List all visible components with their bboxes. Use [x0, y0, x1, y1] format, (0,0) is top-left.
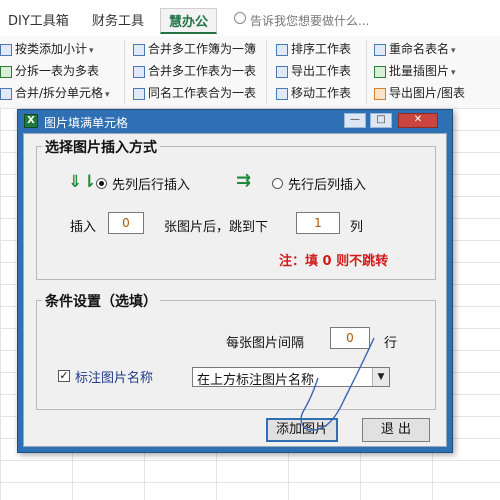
radio-row-first[interactable] — [272, 178, 283, 189]
down-arrows-icon: ⇓⇂ — [68, 172, 97, 192]
image-fill-dialog: X 图片填满单元格 — □ ✕ 选择图片插入方式 ⇓⇂ 先列后行插入 ⇉ 先行后… — [17, 109, 453, 453]
insert-count-input[interactable]: 0 — [108, 212, 144, 234]
rename-icon — [374, 43, 386, 56]
ribbon-btn-batch-insert-images[interactable]: 批量插图片 ▾ — [374, 62, 456, 80]
ribbon-tab-bar: DIY工具箱 财务工具 慧办公 告诉我您想要做什么... — [0, 0, 500, 37]
maximize-button[interactable]: □ — [370, 113, 392, 128]
label-name-checkbox[interactable]: ✓ — [58, 370, 70, 382]
close-button[interactable]: ✕ — [398, 113, 438, 128]
sort-icon — [276, 43, 288, 56]
dropdown-caret-icon: ▾ — [89, 46, 94, 56]
ribbon-btn-merge-cells[interactable]: 合并/拆分单元格 ▾ — [0, 84, 110, 102]
jump-column-input[interactable]: 1 — [296, 212, 340, 234]
ribbon-btn-merge-same-name[interactable]: 同名工作表合为一表 — [133, 84, 256, 102]
same-name-sheets-icon — [133, 87, 145, 100]
annotation-stroke — [300, 337, 375, 431]
dialog-title: 图片填满单元格 — [44, 116, 129, 130]
dropdown-caret-icon: ▾ — [451, 68, 456, 78]
ribbon-btn-move-sheet[interactable]: 移动工作表 — [276, 84, 351, 102]
ribbon-btn-merge-workbooks[interactable]: 合并多工作簿为一簿 — [133, 40, 256, 58]
dropdown-caret-icon: ▾ — [105, 90, 110, 100]
merge-cells-icon — [0, 87, 12, 100]
label-name-checkbox-label[interactable]: 标注图片名称 — [75, 367, 153, 386]
tab-finance-tools[interactable]: 财务工具 — [92, 10, 144, 29]
dropdown-caret-icon: ▾ — [451, 46, 456, 56]
ribbon-btn-rename-sheet[interactable]: 重命名表名 ▾ — [374, 40, 456, 58]
minimize-button[interactable]: — — [344, 113, 366, 128]
sheets-icon — [133, 65, 145, 78]
workbook-icon — [133, 43, 145, 56]
zero-no-jump-note: 注：填 0 则不跳转 — [279, 254, 389, 269]
export-image-icon — [374, 87, 386, 100]
radio-row-first-label[interactable]: 先行后列插入 — [288, 174, 366, 193]
lightbulb-icon — [234, 12, 246, 24]
dialog-body: 选择图片插入方式 ⇓⇂ 先列后行插入 ⇉ 先行后列插入 插入 0 张图片后，跳到… — [23, 133, 447, 447]
export-icon — [276, 65, 288, 78]
after-images-label: 张图片后，跳到下 — [164, 220, 269, 235]
excel-icon: X — [24, 114, 38, 128]
ribbon-btn-export-sheet[interactable]: 导出工作表 — [276, 62, 351, 80]
column-unit-label: 列 — [350, 220, 364, 235]
sigma-icon — [0, 43, 12, 56]
ribbon-btn-subtotal[interactable]: 按类添加小计 ▾ — [0, 40, 94, 58]
insert-label: 插入 — [70, 220, 97, 235]
move-icon — [276, 87, 288, 100]
ribbon-btn-sort-sheets[interactable]: 排序工作表 — [276, 40, 351, 58]
dialog-titlebar[interactable]: X 图片填满单元格 — □ ✕ — [18, 110, 452, 132]
right-arrows-icon: ⇉ — [236, 170, 252, 191]
ribbon-btn-split-table[interactable]: 分拆一表为多表 — [0, 62, 99, 80]
condition-group-title: 条件设置（选填） — [42, 291, 160, 311]
ribbon-separator — [266, 40, 267, 104]
tab-diy-toolbox[interactable]: DIY工具箱 — [8, 10, 69, 29]
radio-column-first[interactable] — [96, 178, 107, 189]
insert-mode-group-title: 选择图片插入方式 — [42, 137, 160, 157]
tab-huibangong[interactable]: 慧办公 — [160, 8, 218, 34]
row-unit-label: 行 — [384, 336, 398, 351]
ribbon-separator — [366, 40, 367, 104]
split-table-icon — [0, 65, 12, 78]
ribbon-separator — [124, 40, 125, 104]
tell-me-search[interactable]: 告诉我您想要做什么... — [250, 12, 369, 29]
ribbon-btn-export-images[interactable]: 导出图片/图表 — [374, 84, 465, 102]
image-icon — [374, 65, 386, 78]
radio-column-first-label[interactable]: 先列后行插入 — [112, 174, 190, 193]
ribbon-btn-merge-sheets[interactable]: 合并多工作表为一表 — [133, 62, 256, 80]
ribbon-commands: 按类添加小计 ▾ 分拆一表为多表 合并/拆分单元格 ▾ 合并多工作簿为一簿 合并多工… — [0, 36, 500, 109]
